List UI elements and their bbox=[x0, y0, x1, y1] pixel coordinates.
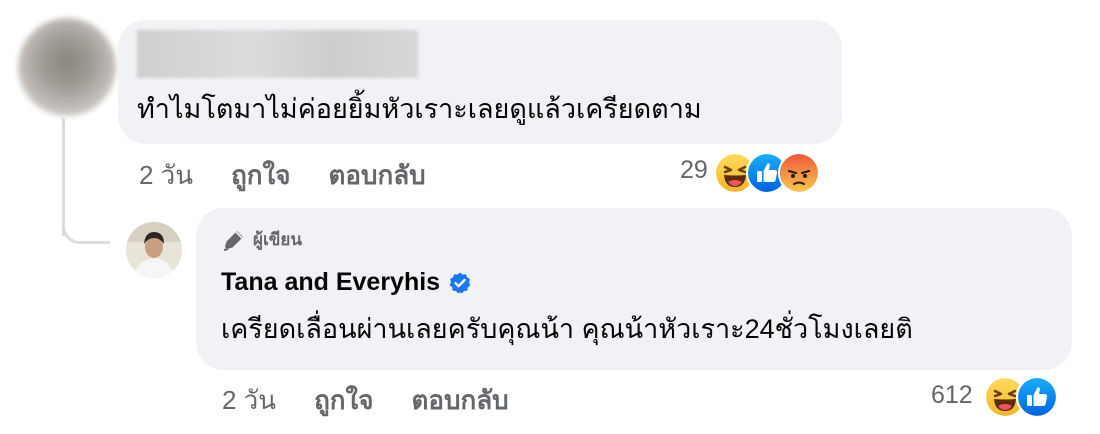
comment-text: ทำไมโตมาไม่ค่อยยิ้มหัวเราะเลยดูแล้วเครีย… bbox=[137, 94, 702, 124]
like-icon bbox=[1016, 376, 1058, 418]
like-button[interactable]: ถูกใจ bbox=[231, 155, 290, 196]
author-avatar[interactable] bbox=[126, 222, 182, 278]
author-name[interactable]: Tana and Everyhis bbox=[221, 268, 440, 297]
reaction-icons[interactable] bbox=[984, 376, 1058, 418]
author-name-row: Tana and Everyhis bbox=[221, 268, 472, 297]
reply-button[interactable]: ตอบกลับ bbox=[411, 380, 508, 421]
pen-icon bbox=[223, 230, 243, 251]
commenter-avatar[interactable] bbox=[18, 18, 116, 116]
author-badge: ผู้เขียน bbox=[221, 226, 302, 253]
angry-icon bbox=[778, 152, 820, 194]
reply-actions: 2 วัน ถูกใจ ตอบกลับ bbox=[222, 380, 509, 421]
comment-actions: 2 วัน ถูกใจ ตอบกลับ bbox=[139, 155, 426, 196]
comment-timestamp[interactable]: 2 วัน bbox=[139, 155, 193, 196]
author-badge-label: ผู้เขียน bbox=[253, 230, 302, 249]
author-avatar-image bbox=[126, 222, 182, 278]
reply-timestamp[interactable]: 2 วัน bbox=[222, 380, 276, 421]
reaction-count[interactable]: 612 bbox=[931, 381, 973, 410]
reaction-count[interactable]: 29 bbox=[680, 156, 708, 185]
verified-badge-icon bbox=[449, 272, 471, 293]
reaction-icons[interactable] bbox=[714, 152, 820, 194]
reply-text: เครียดเลื่อนผ่านเลยครับคุณน้า คุณน้าหัวเ… bbox=[221, 314, 913, 344]
commenter-name-redacted bbox=[137, 30, 418, 78]
like-button[interactable]: ถูกใจ bbox=[314, 380, 373, 421]
thread-connector bbox=[62, 206, 110, 244]
reply-button[interactable]: ตอบกลับ bbox=[328, 155, 425, 196]
